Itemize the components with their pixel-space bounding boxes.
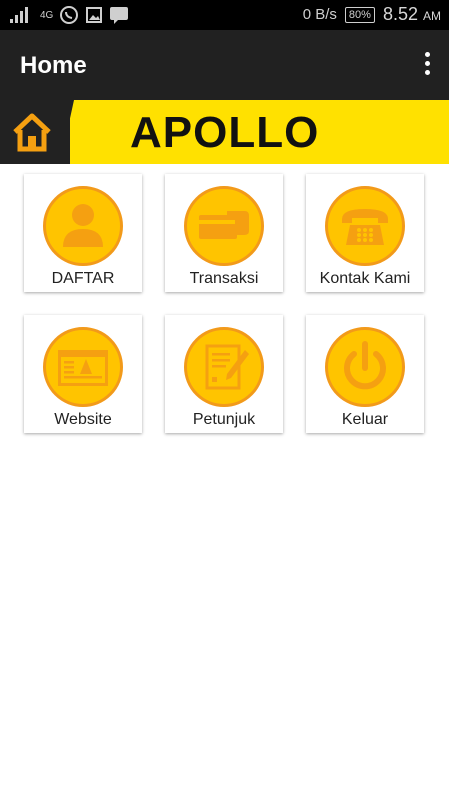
menu-item-petunjuk[interactable]: Petunjuk [165,315,283,433]
menu-label: Keluar [341,411,389,428]
menu-item-transaksi[interactable]: Transaksi [165,174,283,292]
clock-ampm: AM [423,9,441,23]
menu-icon-circle [43,186,123,266]
menu-item-website[interactable]: Website [24,315,142,433]
menu-icon-circle [325,327,405,407]
overflow-menu-icon[interactable] [423,52,431,78]
bbm-icon [110,7,129,24]
app-bar: Home [0,30,449,100]
browser-icon [58,350,108,386]
data-speed: 0 B/s [302,6,337,23]
clock: 8.52 AM [383,4,441,25]
menu-label: Petunjuk [192,411,256,428]
apollo-logo: APOLLO [130,108,320,157]
image-icon [86,7,103,23]
telephone-icon [342,209,388,245]
status-left: 4G [8,5,129,25]
signal-icon [10,7,28,23]
menu-label: DAFTAR [51,270,115,287]
card-payment-icon [199,211,249,239]
home-icon[interactable] [10,110,54,154]
menu-item-daftar[interactable]: DAFTAR [24,174,142,292]
menu-label: Kontak Kami [319,270,411,287]
menu-item-keluar[interactable]: Keluar [306,315,424,433]
document-pen-icon [205,344,249,390]
menu-label: Transaksi [189,270,259,287]
menu-icon-circle [184,327,264,407]
apollo-banner: APOLLO [0,100,449,164]
menu-icon-circle [184,186,264,266]
menu-icon-circle [325,186,405,266]
status-right: 0 B/s 80% 8.52 AM [303,4,441,25]
network-type: 4G [40,9,54,21]
page-title: Home [20,52,87,79]
status-bar: 4G 0 B/s 80% 8.52 AM [0,0,449,30]
clock-time: 8.52 [382,4,418,24]
power-icon [344,341,386,390]
battery-indicator: 80% [344,6,375,23]
menu-icon-circle [43,327,123,407]
person-icon [63,204,103,247]
whatsapp-icon [60,6,79,24]
menu-item-kontak-kami[interactable]: Kontak Kami [306,174,424,292]
menu-label: Website [54,411,112,428]
